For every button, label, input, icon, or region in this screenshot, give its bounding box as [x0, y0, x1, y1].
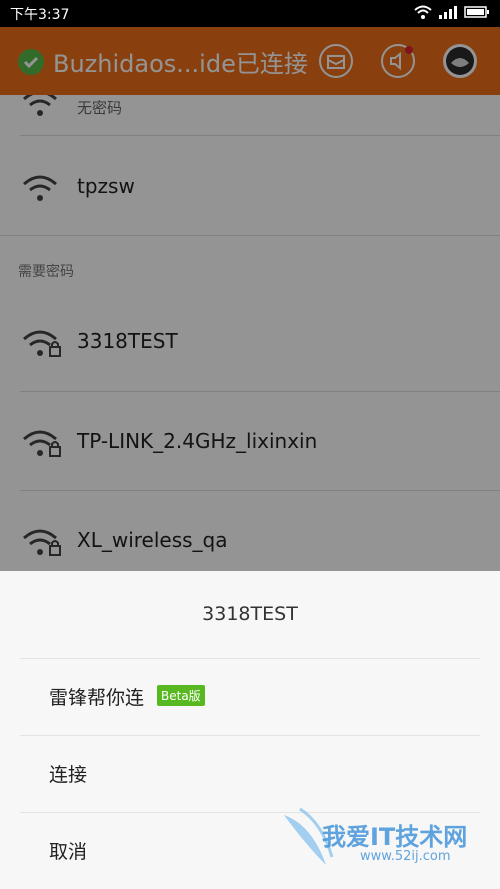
leifeng-connect-option[interactable]: 雷锋帮你连 Beta版 — [0, 659, 500, 735]
cell-signal-icon — [439, 6, 457, 19]
option-label: 取消 — [49, 841, 88, 863]
beta-badge: Beta版 — [157, 685, 205, 706]
battery-icon — [464, 6, 489, 18]
watermark: 我爱IT技术网 www.52ij.com — [282, 805, 482, 881]
watermark-text: 我爱IT技术网 — [322, 823, 468, 851]
sheet-title: 3318TEST — [202, 603, 298, 625]
option-label: 连接 — [49, 764, 88, 786]
dim-overlay[interactable] — [0, 27, 500, 571]
status-bar: 下午3:37 — [0, 0, 500, 27]
watermark-url: www.52ij.com — [360, 849, 451, 864]
wifi-signal-icon — [414, 5, 432, 19]
connect-option[interactable]: 连接 — [0, 736, 500, 812]
status-icons — [414, 5, 490, 19]
option-label: 雷锋帮你连 — [49, 687, 145, 709]
status-time: 下午3:37 — [10, 7, 70, 23]
